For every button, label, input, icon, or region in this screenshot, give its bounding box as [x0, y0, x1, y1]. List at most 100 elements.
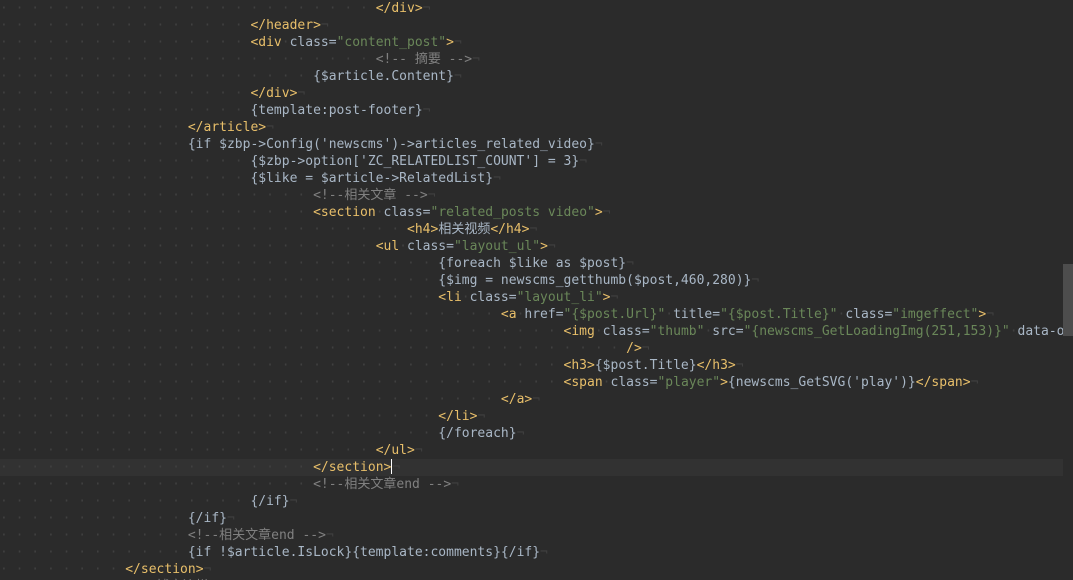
- token-bracket: >: [196, 562, 204, 577]
- newline-indicator: ¬: [642, 341, 650, 356]
- newline-indicator: ¬: [428, 188, 436, 203]
- token-attr-name: class: [470, 290, 509, 305]
- code-line[interactable]: · · · · · · · · · · · · · · · · · · · · …: [0, 255, 1073, 272]
- token-tag: h4: [415, 222, 431, 237]
- code-line[interactable]: · · · · · · · · · · · · {/if}¬: [0, 510, 1073, 527]
- code-line[interactable]: · · · · · · · · · · · · · · · · · · · · …: [0, 425, 1073, 442]
- whitespace-indicator: · · · · · · · · · · · ·: [0, 137, 188, 152]
- token-tag: ul: [391, 443, 407, 458]
- whitespace-indicator: · · · · · · · ·: [0, 562, 125, 577]
- code-line[interactable]: · · · · · · · · · · · · · · · · </header…: [0, 17, 1073, 34]
- code-line[interactable]: · · · · · · · · · · · · <!--相关文章end -->¬: [0, 527, 1073, 544]
- code-line[interactable]: · · · · · · · · · · · · · · · · · · · · …: [0, 374, 1073, 391]
- token-tag: li: [454, 409, 470, 424]
- newline-indicator: ¬: [472, 52, 480, 67]
- vertical-scrollbar[interactable]: [1063, 0, 1073, 580]
- code-line[interactable]: · · · · · · · · · · · · · · · · {$zbp->o…: [0, 153, 1073, 170]
- token-text: {template:post-footer}: [250, 103, 422, 118]
- whitespace-indicator: · · · · · · · · · · · · · · · ·: [0, 494, 250, 509]
- code-line[interactable]: · · · · · · · · · · · · · · · · · · · · …: [0, 357, 1073, 374]
- token-ws: ·: [665, 307, 673, 322]
- token-attr-val: "{$post.Url}": [564, 307, 666, 322]
- newline-indicator: ¬: [626, 256, 634, 271]
- whitespace-indicator: · · · · · · · · · · · · · · · · · · · · …: [0, 239, 376, 254]
- code-line[interactable]: · · · · · · · · · · · · · · · · · · · · …: [0, 68, 1073, 85]
- code-editor[interactable]: · · · · · · · · · · · · · · · · · · · · …: [0, 0, 1073, 580]
- token-bracket: </: [188, 120, 204, 135]
- newline-indicator: ¬: [751, 273, 759, 288]
- code-line[interactable]: · · · · · · · · · · · · · · · · · · · · …: [0, 272, 1073, 289]
- token-bracket: </: [313, 460, 329, 475]
- newline-indicator: ¬: [227, 511, 235, 526]
- token-text: =: [642, 324, 650, 339]
- token-text: {newscms_GetSVG('play')}: [728, 375, 916, 390]
- text-cursor: [391, 459, 392, 474]
- newline-indicator: ¬: [603, 205, 611, 220]
- code-line[interactable]: · · · · · · · · · · · · · · · · <div·cla…: [0, 34, 1073, 51]
- code-line[interactable]: · · · · · · · · </section>¬: [0, 561, 1073, 578]
- token-ws: ·: [595, 324, 603, 339]
- newline-indicator: ¬: [454, 69, 462, 84]
- token-text: =: [556, 307, 564, 322]
- code-line[interactable]: · · · · · · · · · · · · · · · · · · · · …: [0, 289, 1073, 306]
- code-line[interactable]: · · · · · · · · · · · · · · · · · · · · …: [0, 51, 1073, 68]
- token-bracket: </: [376, 1, 392, 16]
- code-line[interactable]: · · · · · · · · · · · · · · · · · · · · …: [0, 459, 1073, 476]
- token-tag: section: [141, 562, 196, 577]
- token-text: =: [712, 307, 720, 322]
- whitespace-indicator: · · · · · · · · · · · · · · · ·: [0, 154, 250, 169]
- code-line[interactable]: · · · · · · · · · · · · · · · · · · · · …: [0, 323, 1073, 340]
- newline-indicator: ¬: [971, 375, 979, 390]
- token-text: =: [509, 290, 517, 305]
- code-line[interactable]: · · · · · · · · · · · · · · · · · · · · …: [0, 187, 1073, 204]
- code-line[interactable]: · · · · · · · · · · · · · · · · {$like =…: [0, 170, 1073, 187]
- code-line[interactable]: · · · · · · · · · · · · </article>¬: [0, 119, 1073, 136]
- scrollbar-thumb[interactable]: [1063, 264, 1073, 336]
- whitespace-indicator: · · · · · · · · · · · ·: [0, 545, 188, 560]
- code-line[interactable]: · · · · · · · · · · · · · · · · · · · · …: [0, 221, 1073, 238]
- token-text: {$img = newscms_getthumb($post,460,280)}: [438, 273, 751, 288]
- token-text: {if !$article.IsLock}{template:comments}…: [188, 545, 540, 560]
- code-line[interactable]: · · · · · · · · · · · · · · · · {/if}¬: [0, 493, 1073, 510]
- code-line[interactable]: · · · · · · · · · · · · · · · · · · · · …: [0, 0, 1073, 17]
- code-line[interactable]: · · · · · · · · · · · · · · · · · · · · …: [0, 476, 1073, 493]
- token-comment: <!--相关文章end -->: [188, 528, 326, 543]
- code-line[interactable]: · · · · · · · · · · · · · · · · · · · · …: [0, 391, 1073, 408]
- token-bracket: <: [438, 290, 446, 305]
- token-tag: ul: [384, 239, 400, 254]
- whitespace-indicator: · · · · · · · · · · · · · · · · · · · ·: [0, 205, 313, 220]
- token-text: {/if}: [250, 494, 289, 509]
- token-text: {/if}: [188, 511, 227, 526]
- token-bracket: >: [313, 18, 321, 33]
- code-line[interactable]: · · · · · · · · · · · · · · · · · · · · …: [0, 306, 1073, 323]
- newline-indicator: ¬: [415, 443, 423, 458]
- token-tag: span: [571, 375, 602, 390]
- code-line[interactable]: · · · · · · · · · · · · · · · · · · · · …: [0, 238, 1073, 255]
- code-line[interactable]: · · · · · · · · · · · · · · · · </div>¬: [0, 85, 1073, 102]
- newline-indicator: ¬: [611, 290, 619, 305]
- newline-indicator: ¬: [451, 477, 459, 492]
- code-line[interactable]: · · · · · · · · · · · · {if $zbp->Config…: [0, 136, 1073, 153]
- token-bracket: >: [728, 358, 736, 373]
- token-bracket: </: [250, 86, 266, 101]
- whitespace-indicator: · · · · · · · · · · · · · · · · · · · · …: [0, 222, 407, 237]
- code-line[interactable]: · · · · · · · · · · · · · · · · · · · · …: [0, 442, 1073, 459]
- whitespace-indicator: · · · · · · · · · · · · · · · · · · · · …: [0, 426, 438, 441]
- newline-indicator: ¬: [548, 239, 556, 254]
- code-line[interactable]: · · · · · · · · · · · · · · · · · · · · …: [0, 408, 1073, 425]
- token-attr-name: href: [524, 307, 555, 322]
- whitespace-indicator: · · · · · · · · · · · ·: [0, 528, 188, 543]
- token-attr-name: title: [673, 307, 712, 322]
- code-line[interactable]: · · · · · · · · · · · · · · · · {templat…: [0, 102, 1073, 119]
- code-line[interactable]: · · · · · · · · · · · · · · · · · · · · …: [0, 340, 1073, 357]
- token-bracket: <: [501, 307, 509, 322]
- newline-indicator: ¬: [595, 137, 603, 152]
- token-attr-val: "{$post.Title}": [720, 307, 837, 322]
- token-text: {$like = $article->RelatedList}: [250, 171, 493, 186]
- code-line[interactable]: · · · · · · · · · · · · · · · · · · · · …: [0, 204, 1073, 221]
- token-text: {$post.Title}: [595, 358, 697, 373]
- token-attr-val: "layout_li": [517, 290, 603, 305]
- token-bracket: </: [376, 443, 392, 458]
- token-attr-val: "related_posts video": [431, 205, 595, 220]
- code-line[interactable]: · · · · · · · · · · · · {if !$article.Is…: [0, 544, 1073, 561]
